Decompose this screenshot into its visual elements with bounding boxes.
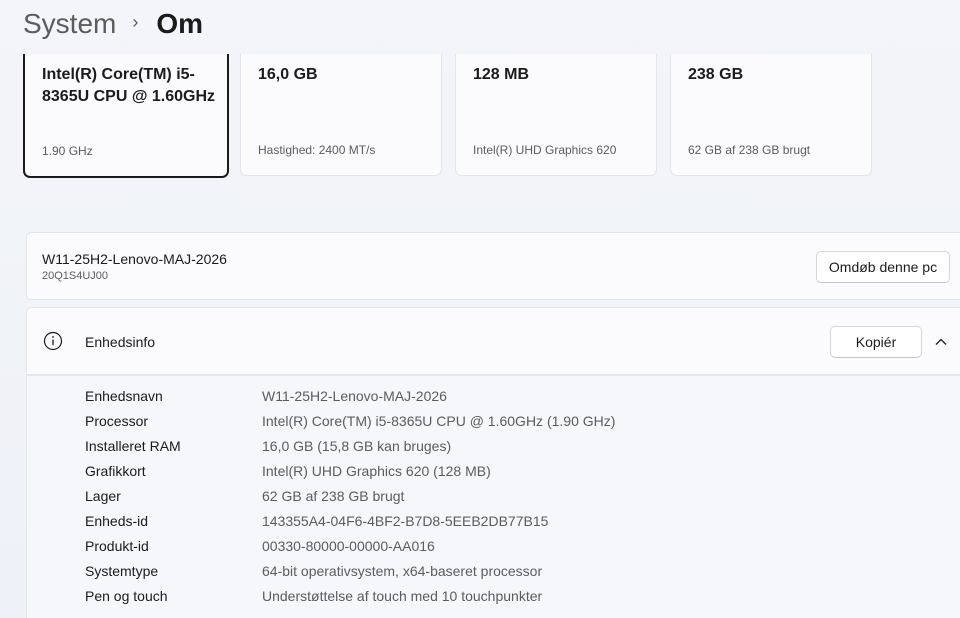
info-row-value: Intel(R) Core(TM) i5-8365U CPU @ 1.60GHz…: [262, 413, 616, 429]
storage-card-sub: 62 GB af 238 GB brugt: [688, 143, 811, 157]
processor-card-sub: 1.90 GHz: [42, 144, 93, 158]
device-model: 20Q1S4UJ00: [42, 270, 109, 282]
info-row-value: 143355A4-04F6-4BF2-B7D8-5EEB2DB77B15: [262, 513, 549, 529]
breadcrumb: System › Om: [23, 4, 203, 44]
info-row-key: Lager: [85, 488, 121, 504]
info-row-key: Enheds-id: [85, 513, 149, 529]
info-row-value: 62 GB af 238 GB brugt: [262, 488, 405, 504]
info-row-value: 64-bit operativsystem, x64-baseret proce…: [262, 563, 543, 579]
device-name-panel: W11-25H2-Lenovo-MAJ-2026 20Q1S4UJ00 Omdø…: [26, 232, 960, 300]
device-info-list: Enhedsnavn W11-25H2-Lenovo-MAJ-2026 Proc…: [26, 375, 960, 618]
info-row-key: Grafikkort: [85, 463, 146, 479]
rename-pc-button[interactable]: Omdøb denne pc: [816, 251, 950, 283]
chevron-right-icon: ›: [132, 11, 139, 32]
breadcrumb-system[interactable]: System: [23, 8, 116, 40]
info-row-key: Produkt-id: [85, 538, 149, 554]
chevron-up-icon[interactable]: [933, 334, 949, 350]
gpu-card-value: 128 MB: [473, 66, 530, 83]
info-row-key: Processor: [85, 413, 149, 429]
info-row-value: 00330-80000-00000-AA016: [262, 538, 435, 554]
device-info-title: Enhedsinfo: [85, 334, 156, 350]
ram-card-value: 16,0 GB: [258, 66, 318, 83]
gpu-card[interactable]: 128 MB Intel(R) UHD Graphics 620: [455, 54, 657, 176]
storage-card-value: 238 GB: [688, 66, 744, 83]
info-circle-icon: [43, 331, 63, 351]
ram-card-sub: Hastighed: 2400 MT/s: [258, 143, 376, 157]
about-page: System › Om Intel(R) Core(TM) i5-8365U C…: [0, 0, 960, 618]
info-row-key: Installeret RAM: [85, 438, 181, 454]
processor-card-value: Intel(R) Core(TM) i5-8365U CPU @ 1.60GHz: [42, 66, 216, 105]
info-row-value: Intel(R) UHD Graphics 620 (128 MB): [262, 463, 491, 479]
device-info-header[interactable]: Enhedsinfo Kopiér: [26, 307, 960, 375]
spec-cards: Intel(R) Core(TM) i5-8365U CPU @ 1.60GHz…: [23, 54, 960, 178]
info-row-key: Systemtype: [85, 563, 159, 579]
ram-card[interactable]: 16,0 GB Hastighed: 2400 MT/s: [240, 54, 442, 176]
info-row-value: W11-25H2-Lenovo-MAJ-2026: [262, 388, 447, 404]
processor-card[interactable]: Intel(R) Core(TM) i5-8365U CPU @ 1.60GHz…: [23, 54, 229, 178]
gpu-card-sub: Intel(R) UHD Graphics 620: [473, 143, 617, 157]
copy-button[interactable]: Kopiér: [830, 326, 922, 358]
info-row-value: 16,0 GB (15,8 GB kan bruges): [262, 438, 452, 454]
device-name: W11-25H2-Lenovo-MAJ-2026: [42, 251, 227, 267]
page-title: Om: [156, 8, 204, 39]
info-row-key: Pen og touch: [85, 588, 168, 604]
info-row-key: Enhedsnavn: [85, 388, 163, 404]
storage-card[interactable]: 238 GB 62 GB af 238 GB brugt: [670, 54, 872, 176]
info-row-value: Understøttelse af touch med 10 touchpunk…: [262, 588, 543, 604]
